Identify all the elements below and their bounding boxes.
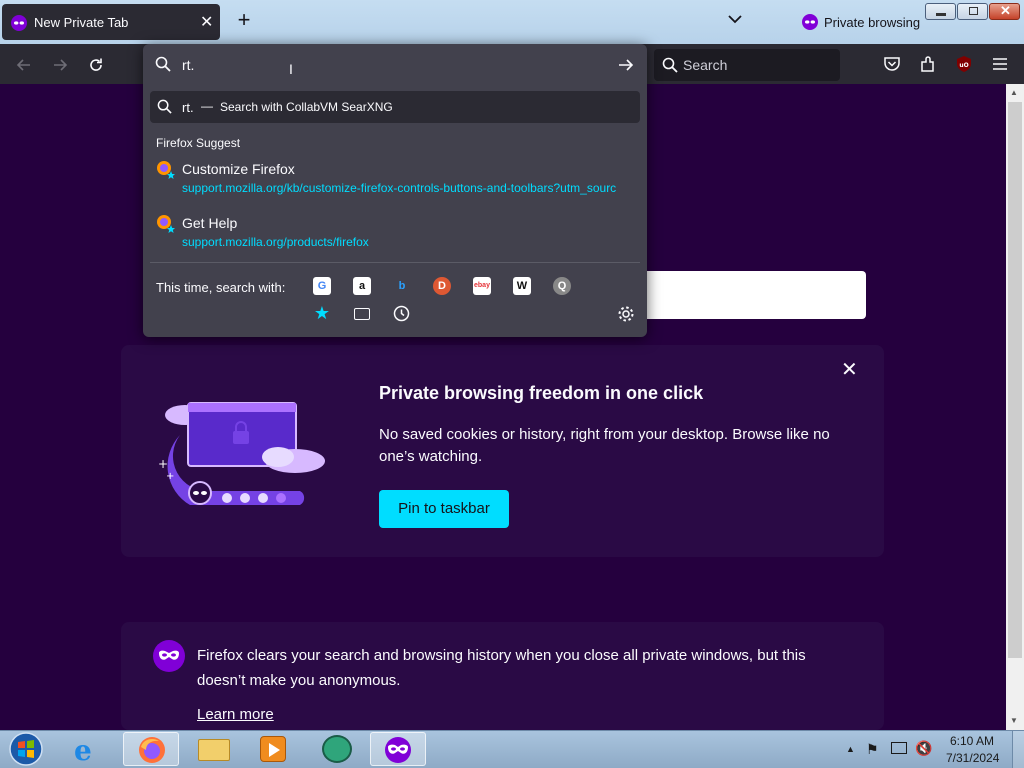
show-desktop-button[interactable] [1012,731,1024,768]
firefox-bookmark-icon [157,215,175,233]
svg-text:uO: uO [959,62,968,69]
private-window-illustration: + + [158,402,325,505]
svg-text:+: + [158,457,168,471]
minimize-icon [936,13,946,16]
bing-icon[interactable]: b [393,277,411,295]
volume-muted-icon[interactable]: 🔇 [915,740,932,757]
extensions-icon[interactable] [918,54,938,74]
forward-icon[interactable] [50,55,70,75]
private-info-text: Firefox clears your search and browsing … [197,647,806,689]
search-settings-gear-icon[interactable] [617,305,635,323]
taskbar-app[interactable] [310,732,366,766]
app-icon [322,735,352,763]
tab-title: New Private Tab [34,15,129,30]
private-mask-icon [153,640,185,672]
pocket-icon[interactable] [882,54,902,74]
clock-time[interactable]: 6:10 AM [950,734,994,748]
suggestion-url: support.mozilla.org/kb/customize-firefox… [182,181,617,195]
taskbar-firefox[interactable] [123,732,179,766]
search-icon [157,99,172,114]
tab-new-private-tab[interactable]: New Private Tab ✕ [2,4,220,40]
action-center-flag-icon[interactable]: ⚑ [866,741,879,758]
media-player-icon [260,736,286,762]
promo-close-icon[interactable]: ✕ [841,357,858,382]
network-icon[interactable] [891,742,907,754]
searxng-icon[interactable]: Q [553,277,571,295]
internet-explorer-icon: e [74,734,92,767]
restore-icon [969,7,978,15]
suggestion-get-help[interactable]: Get Help support.mozilla.org/products/fi… [150,210,640,254]
search-suggestion-row[interactable]: rt. — Search with CollabVM SearXNG [150,91,640,123]
firefox-suggest-heading: Firefox Suggest [156,136,241,150]
new-tab-button[interactable]: + [234,8,254,32]
history-icon[interactable] [393,305,410,322]
search-icon [662,57,678,73]
taskbar-firefox-private[interactable] [370,732,426,766]
bookmarks-icon[interactable]: ★ [313,304,331,322]
taskbar-file-explorer[interactable] [186,732,242,766]
ebay-icon[interactable]: ebay [473,277,491,295]
text-cursor-icon: I [289,61,293,77]
one-off-search-label: This time, search with: [156,280,286,295]
close-window-button[interactable]: ✕ [989,3,1020,20]
divider [150,262,640,263]
amazon-icon[interactable]: a [353,277,371,295]
restore-button[interactable] [957,3,988,20]
close-icon: ✕ [1000,3,1011,18]
clock-date[interactable]: 7/31/2024 [946,751,999,765]
search-bar[interactable]: Search [654,49,840,81]
tabs-icon[interactable] [354,308,370,320]
duckduckgo-icon[interactable]: D [433,277,451,295]
suggestion-title: Get Help [182,215,238,231]
search-query: rt. [182,100,194,115]
ublock-origin-icon[interactable]: uO [954,54,974,74]
scroll-down-icon[interactable]: ▼ [1010,716,1018,725]
firefox-private-icon [385,737,411,763]
start-button-icon[interactable] [4,731,48,767]
list-all-tabs-icon[interactable] [726,10,744,28]
scroll-up-icon[interactable]: ▲ [1010,88,1018,97]
content-search-input[interactable] [646,271,866,319]
url-input[interactable]: rt. [182,57,194,73]
promo-title: Private browsing freedom in one click [379,383,704,403]
wikipedia-icon[interactable]: W [513,277,531,295]
show-hidden-icons[interactable]: ▲ [846,744,855,754]
separator: — [201,99,213,113]
go-arrow-icon[interactable] [616,55,636,75]
back-icon[interactable] [14,55,34,75]
firefox-bookmark-icon [157,161,175,179]
suggestion-url: support.mozilla.org/products/firefox [182,235,369,249]
pin-to-taskbar-button[interactable]: Pin to taskbar [379,490,509,528]
taskbar-media-player[interactable] [246,732,302,766]
private-mask-icon [11,15,27,31]
firefox-icon [139,737,165,763]
private-browsing-label: Private browsing [824,15,921,30]
search-placeholder: Search [683,57,728,73]
promo-text: No saved cookies or history, right from … [379,426,830,465]
svg-text:+: + [166,471,174,482]
private-mask-icon [802,14,818,30]
google-icon[interactable]: G [313,277,331,295]
menu-icon[interactable] [990,54,1010,74]
search-icon [155,56,171,72]
taskbar-internet-explorer[interactable]: e [60,732,116,767]
minimize-button[interactable] [925,3,956,20]
search-action: Search with CollabVM SearXNG [220,100,393,114]
suggestion-title: Customize Firefox [182,161,295,177]
folder-icon [198,739,230,761]
tab-close-icon[interactable]: ✕ [200,12,213,32]
reload-icon[interactable] [86,55,106,75]
suggestion-customize-firefox[interactable]: Customize Firefox support.mozilla.org/kb… [150,156,640,200]
learn-more-link[interactable]: Learn more [197,706,274,723]
scrollbar-thumb[interactable] [1008,102,1022,658]
